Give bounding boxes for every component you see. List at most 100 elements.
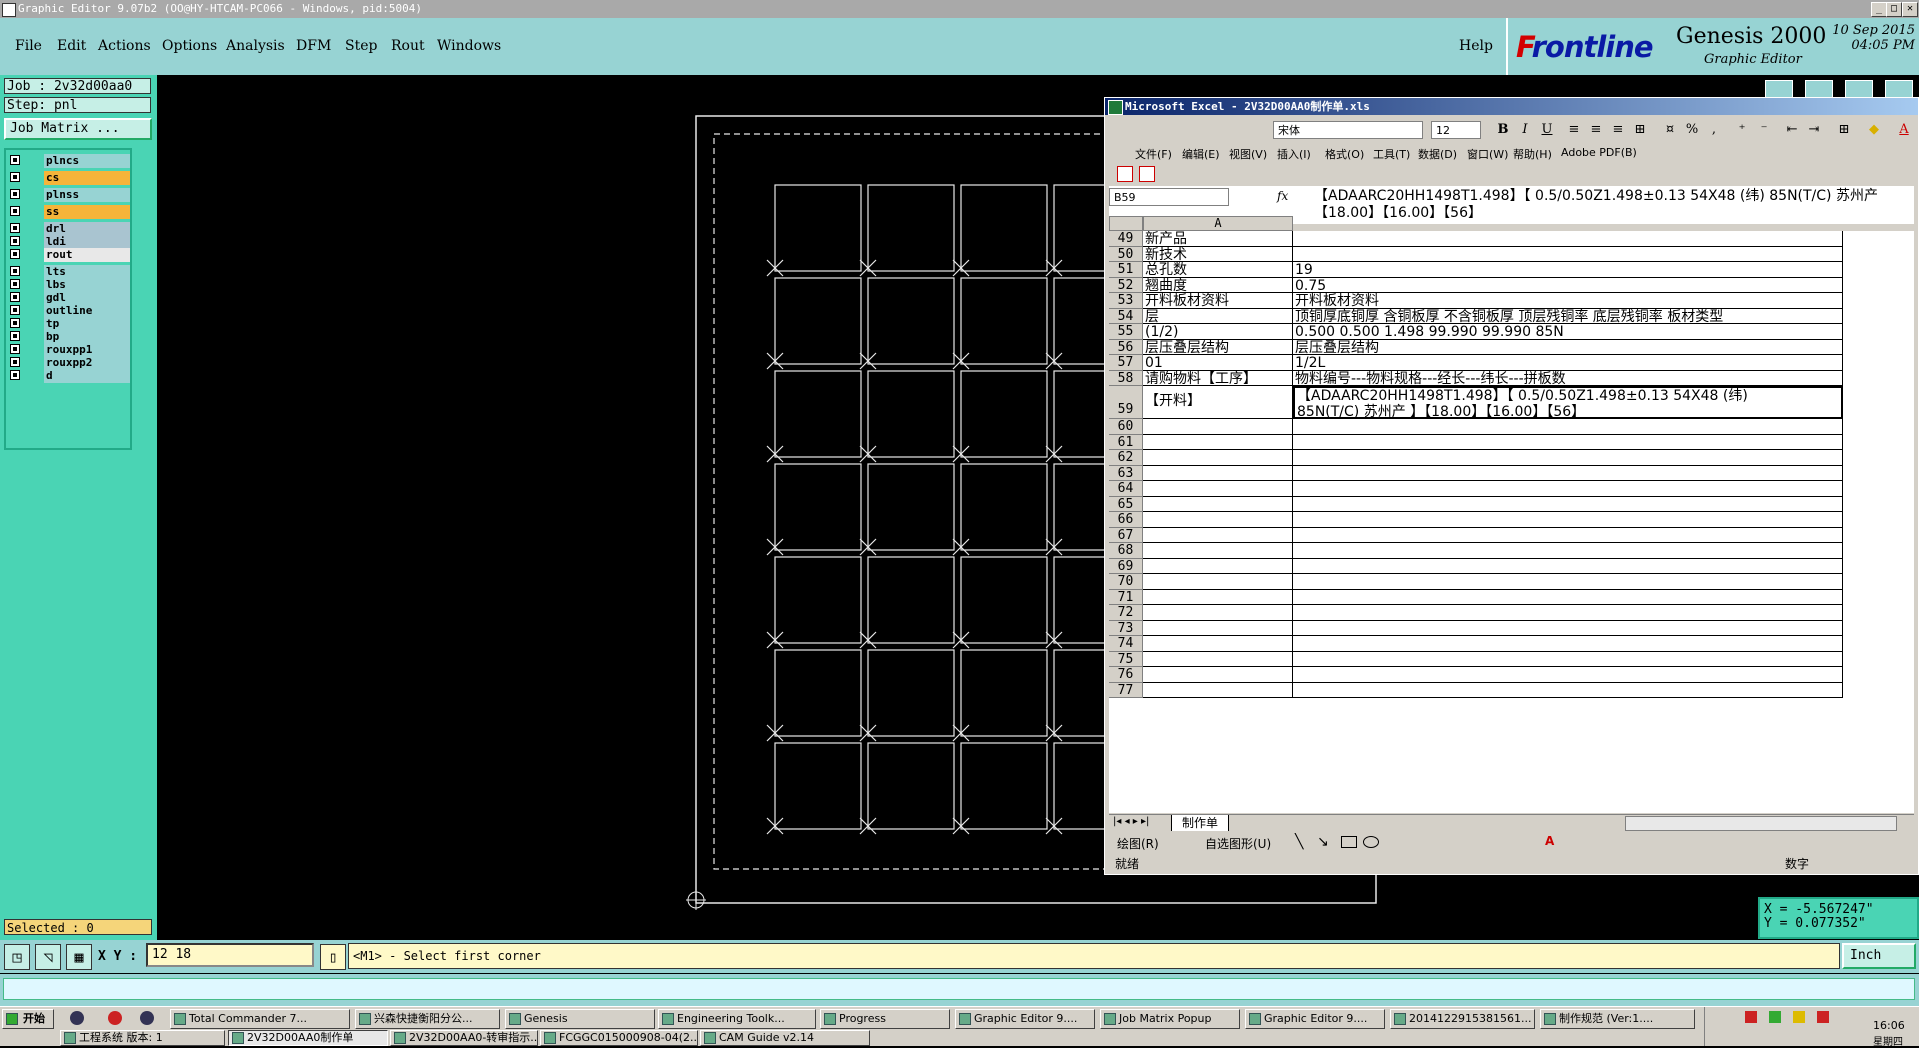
row-header[interactable]: 49	[1109, 231, 1143, 247]
taskbar-task[interactable]: Genesis	[505, 1009, 655, 1029]
autoshape-menu[interactable]: 自选图形(U)	[1205, 835, 1271, 852]
layer-name[interactable]: rouxpp1	[44, 343, 130, 357]
cell-b[interactable]	[1293, 434, 1843, 450]
row-header[interactable]: 71	[1109, 589, 1143, 605]
excel-menu-item[interactable]: Adobe PDF(B)	[1561, 146, 1637, 159]
cell-a[interactable]	[1143, 543, 1293, 559]
cell-b[interactable]	[1293, 527, 1843, 543]
row-header[interactable]: 52	[1109, 277, 1143, 293]
taskbar-task[interactable]: Graphic Editor 9....	[1245, 1009, 1385, 1029]
row-header[interactable]: 55	[1109, 324, 1143, 340]
cell-b[interactable]	[1293, 574, 1843, 590]
layer-name[interactable]: cs	[44, 171, 130, 185]
arrow-icon[interactable]: ↘	[1317, 834, 1329, 850]
taskbar-task-secondary[interactable]: 工程系统 版本: 1	[60, 1030, 225, 1046]
cell-b[interactable]	[1293, 419, 1843, 435]
layer-checkbox[interactable]	[10, 292, 20, 302]
align-right-icon[interactable]: ≡	[1609, 121, 1627, 139]
layer-row-outline[interactable]: outline	[10, 304, 130, 318]
layer-row-gdl[interactable]: gdl	[10, 291, 130, 305]
taskbar-task[interactable]: Progress	[820, 1009, 950, 1029]
comma-icon[interactable]: ,	[1705, 121, 1723, 139]
layer-checkbox[interactable]	[10, 318, 20, 328]
cell-b[interactable]: 0.500 0.500 1.498 99.990 99.990 85N	[1293, 324, 1843, 340]
row-header[interactable]: 57	[1109, 355, 1143, 371]
taskbar-task-secondary[interactable]: CAM Guide v2.14	[700, 1030, 870, 1046]
row-header[interactable]: 70	[1109, 574, 1143, 590]
excel-menu-item[interactable]: 数据(D)	[1418, 146, 1457, 162]
layer-name[interactable]: bp	[44, 330, 130, 344]
outdent-icon[interactable]: ⇥	[1805, 121, 1823, 139]
cell-b[interactable]	[1293, 450, 1843, 466]
merge-center-icon[interactable]: ⊞	[1631, 121, 1649, 139]
taskbar-task[interactable]: 兴森快捷衡阳分公...	[355, 1009, 500, 1029]
sheet-tab[interactable]: 制作单	[1171, 815, 1230, 832]
close-button[interactable]: ✕	[1902, 2, 1918, 17]
cell-a[interactable]: 01	[1143, 355, 1293, 371]
cell-b[interactable]: 物料编号---物料规格---经长---纬长---拼板数	[1293, 370, 1843, 386]
taskbar-task[interactable]: Graphic Editor 9....	[955, 1009, 1095, 1029]
cell-b[interactable]	[1293, 605, 1843, 621]
layer-row-lts[interactable]: lts	[10, 265, 130, 279]
font-color-icon-2[interactable]: A	[1545, 834, 1554, 848]
row-header[interactable]: 62	[1109, 450, 1143, 466]
grid-icon[interactable]: ▦	[66, 944, 92, 970]
start-button[interactable]: 开始	[2, 1009, 54, 1029]
cell-b[interactable]: 顶铜厚底铜厚 含铜板厚 不含铜板厚 顶层残铜率 底层残铜率 板材类型	[1293, 308, 1843, 324]
sheet-grid[interactable]: 49 新产品 50 新技术 51 总孔数 19 52 翘曲度 0.75 53 开料板材资料 开料板材资料…	[1109, 231, 1914, 813]
excel-menu-item[interactable]: 插入(I)	[1277, 146, 1311, 162]
layer-name[interactable]: outline	[44, 304, 130, 318]
taskbar-task-secondary[interactable]: FCGGC015000908-04(2...	[540, 1030, 698, 1046]
quicklaunch-icon-3[interactable]	[140, 1011, 154, 1025]
column-header-a[interactable]: A	[1143, 216, 1293, 231]
row-header[interactable]: 73	[1109, 620, 1143, 636]
layer-checkbox[interactable]	[10, 223, 20, 233]
cell-a[interactable]	[1143, 419, 1293, 435]
cell-b[interactable]: 0.75	[1293, 277, 1843, 293]
menu-options[interactable]: Options	[162, 38, 217, 54]
fill-color-icon[interactable]: ◆	[1865, 121, 1883, 139]
cell-a[interactable]	[1143, 512, 1293, 528]
menu-analysis[interactable]: Analysis	[226, 38, 285, 54]
tab-scroll-icon[interactable]: |◂ ◂ ▸ ▸|	[1113, 816, 1149, 827]
row-header[interactable]: 50	[1109, 246, 1143, 262]
italic-button[interactable]: I	[1516, 121, 1534, 139]
units-button[interactable]: Inch	[1842, 943, 1916, 969]
name-box[interactable]: B59	[1109, 188, 1229, 206]
cell-a[interactable]	[1143, 496, 1293, 512]
cell-b[interactable]	[1293, 246, 1843, 262]
cell-a[interactable]	[1143, 450, 1293, 466]
row-header[interactable]: 64	[1109, 481, 1143, 497]
cell-a[interactable]	[1143, 667, 1293, 683]
layer-checkbox[interactable]	[10, 266, 20, 276]
align-center-icon[interactable]: ≡	[1587, 121, 1605, 139]
taskbar-task[interactable]: Total Commander 7...	[170, 1009, 350, 1029]
cell-a[interactable]	[1143, 574, 1293, 590]
xy-input[interactable]: 12 18	[146, 943, 314, 967]
currency-icon[interactable]: ¤	[1661, 121, 1679, 139]
line-icon[interactable]: ╲	[1295, 834, 1303, 850]
layer-row-lbs[interactable]: lbs	[10, 278, 130, 292]
cell-a[interactable]: 层压叠层结构	[1143, 339, 1293, 355]
taskbar-task[interactable]: Job Matrix Popup	[1100, 1009, 1240, 1029]
pdf-icon[interactable]	[1117, 166, 1133, 182]
percent-icon[interactable]: %	[1683, 121, 1701, 139]
oval-icon[interactable]	[1363, 836, 1379, 848]
layer-checkbox[interactable]	[10, 172, 20, 182]
cell-a[interactable]	[1143, 465, 1293, 481]
cell-b[interactable]: 层压叠层结构	[1293, 339, 1843, 355]
cell-a[interactable]: 层	[1143, 308, 1293, 324]
row-header[interactable]: 67	[1109, 527, 1143, 543]
layer-name[interactable]: gdl	[44, 291, 130, 305]
cell-b[interactable]: 19	[1293, 262, 1843, 278]
indent-icon[interactable]: ⇤	[1783, 121, 1801, 139]
pdf-mail-icon[interactable]	[1139, 166, 1155, 182]
job-matrix-button[interactable]: Job Matrix ...	[4, 118, 152, 140]
layer-name[interactable]: drl	[44, 222, 130, 236]
layer-row-drl[interactable]: drl	[10, 222, 130, 236]
excel-menu-item[interactable]: 编辑(E)	[1182, 146, 1220, 162]
row-header[interactable]: 75	[1109, 651, 1143, 667]
row-header[interactable]: 74	[1109, 636, 1143, 652]
menu-step[interactable]: Step	[345, 38, 377, 54]
bold-button[interactable]: B	[1494, 121, 1512, 139]
